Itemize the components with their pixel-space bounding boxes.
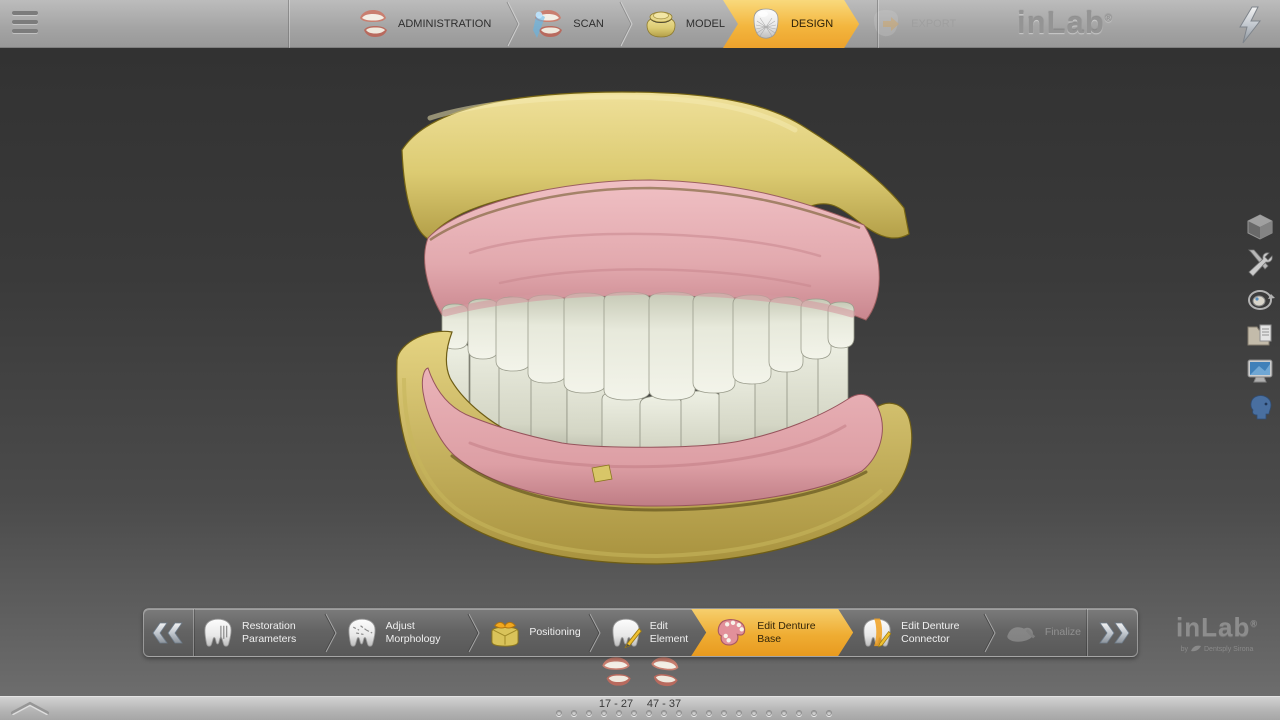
nav-dot[interactable]	[811, 710, 817, 716]
tab-label: EXPORT	[911, 18, 956, 30]
articulation-icon[interactable]	[1245, 285, 1275, 313]
step-restoration-parameters[interactable]: Restoration Parameters	[194, 609, 323, 656]
topbar-separator	[877, 0, 878, 48]
step-separator	[587, 613, 602, 653]
nav-dot[interactable]	[646, 710, 652, 716]
cast-notch	[592, 465, 612, 482]
step-label: Adjust Morphology	[386, 620, 461, 644]
nav-dot[interactable]	[601, 710, 607, 716]
step-label: Restoration Parameters	[242, 620, 317, 644]
tab-separator	[505, 0, 521, 48]
step-finalize: Finalize	[997, 609, 1087, 656]
brand-logo-bottom: inLab® by Dentsply Sirona	[1176, 612, 1258, 653]
top-bar: ADMINISTRATION SCAN MODEL	[0, 0, 1280, 48]
connect-flash-icon[interactable]	[1230, 5, 1270, 45]
finalize-icon	[1003, 617, 1039, 649]
nav-dot[interactable]	[721, 710, 727, 716]
tools-icon[interactable]	[1245, 249, 1275, 277]
step-adjust-morphology[interactable]: Adjust Morphology	[338, 609, 467, 656]
jaw-thumbnails	[0, 652, 1280, 696]
expand-panel-chevron-icon[interactable]	[10, 701, 50, 715]
nav-dot[interactable]	[796, 710, 802, 716]
display-objects-cube-icon[interactable]	[1245, 213, 1275, 241]
tab-administration[interactable]: ADMINISTRATION	[346, 0, 505, 48]
tab-label: DESIGN	[791, 18, 833, 30]
workflow-bar: Restoration Parameters Adjust Morphology…	[143, 608, 1138, 657]
tab-label: MODEL	[686, 18, 725, 30]
model-base-icon	[642, 5, 680, 43]
step-label: Edit Element	[650, 620, 701, 644]
tab-separator	[618, 0, 634, 48]
nav-dot[interactable]	[631, 710, 637, 716]
tab-label: ADMINISTRATION	[398, 18, 491, 30]
export-icon	[867, 5, 905, 43]
nav-dot[interactable]	[556, 710, 562, 716]
crown-mesh-icon	[747, 5, 785, 43]
3d-viewport[interactable]	[0, 48, 1280, 696]
step-label: Edit Denture Base	[757, 620, 831, 644]
nav-dot[interactable]	[751, 710, 757, 716]
registered-mark: ®	[1105, 14, 1113, 25]
step-edit-denture-base[interactable]: Edit Denture Base	[691, 609, 853, 656]
topbar-separator	[288, 0, 289, 48]
side-toolbar	[1245, 213, 1275, 421]
step-label: Edit Denture Connector	[901, 620, 976, 644]
step-separator	[982, 613, 997, 653]
nav-dot[interactable]	[661, 710, 667, 716]
lower-jaw-thumbnail[interactable]	[644, 652, 684, 692]
molar-pencil-icon	[608, 617, 644, 649]
step-dots	[556, 710, 832, 716]
double-chevron-right-icon	[1096, 621, 1130, 645]
nav-dot[interactable]	[736, 710, 742, 716]
step-separator	[466, 613, 481, 653]
denture-3d-model	[0, 48, 1280, 696]
step-label: Positioning	[529, 626, 580, 638]
nav-dot[interactable]	[616, 710, 622, 716]
case-details-icon[interactable]	[1245, 321, 1275, 349]
step-edit-denture-connector[interactable]: Edit Denture Connector	[853, 609, 982, 656]
positioning-block-icon	[487, 617, 523, 649]
nav-dot[interactable]	[766, 710, 772, 716]
tab-scan[interactable]: SCAN	[521, 0, 618, 48]
denture-base-icon	[715, 617, 751, 649]
nav-dot[interactable]	[826, 710, 832, 716]
step-label: Finalize	[1045, 626, 1081, 638]
workflow-next-button[interactable]	[1087, 609, 1137, 656]
nav-dot[interactable]	[781, 710, 787, 716]
step-edit-element[interactable]: Edit Element	[602, 609, 707, 656]
nav-dot[interactable]	[571, 710, 577, 716]
tab-label: SCAN	[573, 18, 604, 30]
nav-dot[interactable]	[706, 710, 712, 716]
jaw-icon	[354, 5, 392, 43]
molar-connector-icon	[859, 617, 895, 649]
jaw-scan-icon	[529, 5, 567, 43]
app-logo: inLab®	[985, 5, 1145, 41]
nav-dot[interactable]	[676, 710, 682, 716]
molar-morphology-icon	[344, 617, 380, 649]
tab-model[interactable]: MODEL	[634, 0, 739, 48]
step-positioning[interactable]: Positioning	[481, 609, 586, 656]
workflow-steps: Restoration Parameters Adjust Morphology…	[194, 609, 1087, 656]
monitor-icon[interactable]	[1245, 357, 1275, 385]
step-separator	[323, 613, 338, 653]
upper-jaw-thumbnail[interactable]	[596, 652, 636, 692]
nav-dot[interactable]	[586, 710, 592, 716]
menu-icon[interactable]	[12, 11, 40, 37]
tab-export: EXPORT	[859, 0, 970, 48]
patient-head-icon[interactable]	[1245, 393, 1275, 421]
upper-jaw-range-label[interactable]: 17 - 27	[592, 698, 640, 710]
bottom-strip: 17 - 27 47 - 37	[0, 696, 1280, 720]
nav-dot[interactable]	[691, 710, 697, 716]
tab-design[interactable]: DESIGN	[723, 0, 859, 48]
lower-jaw-range-label[interactable]: 47 - 37	[640, 698, 688, 710]
double-chevron-left-icon	[152, 621, 186, 645]
molar-params-icon	[200, 617, 236, 649]
workflow-prev-button[interactable]	[144, 609, 194, 656]
